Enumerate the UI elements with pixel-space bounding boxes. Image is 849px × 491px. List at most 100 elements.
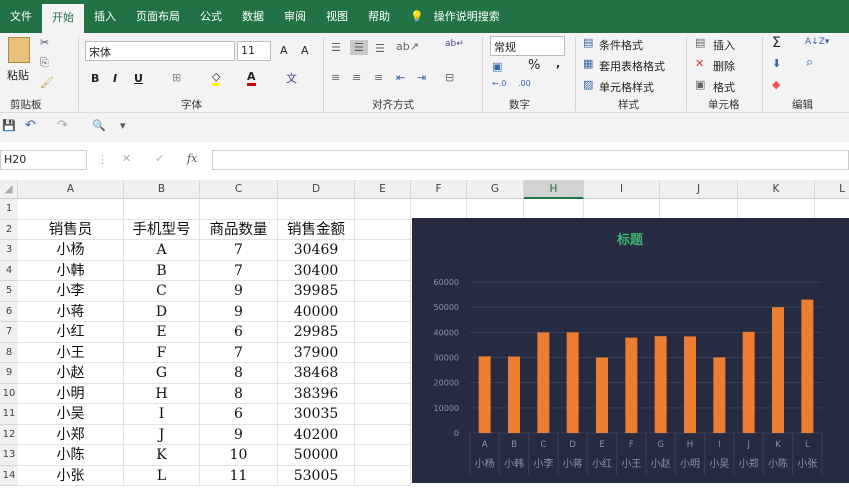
row-header-2[interactable]: 2 xyxy=(0,219,18,240)
cell[interactable]: 10 xyxy=(200,445,278,466)
shrink-font-button[interactable]: A xyxy=(301,44,309,57)
cell[interactable]: 40000 xyxy=(278,301,355,322)
cell[interactable]: 小吴 xyxy=(18,404,124,425)
cell[interactable]: A xyxy=(124,240,200,261)
align-left-icon[interactable]: ≡ xyxy=(331,71,340,84)
cell[interactable] xyxy=(200,199,278,220)
column-header-E[interactable]: E xyxy=(355,180,411,199)
tab-help[interactable]: 帮助 xyxy=(358,0,400,33)
tab-view[interactable]: 视图 xyxy=(316,0,358,33)
column-header-K[interactable]: K xyxy=(738,180,815,199)
decrease-decimal-icon[interactable]: .00 xyxy=(518,79,531,88)
phonetic-icon[interactable]: 文 xyxy=(286,70,297,86)
header-cell[interactable]: 手机型号 xyxy=(124,219,200,240)
customize-qat-icon[interactable]: ▾ xyxy=(120,119,126,132)
tab-review[interactable]: 审阅 xyxy=(274,0,316,33)
align-top-icon[interactable]: ☰ xyxy=(331,41,341,54)
tab-file[interactable]: 文件 xyxy=(0,0,42,33)
cell[interactable]: B xyxy=(124,260,200,281)
column-header-B[interactable]: B xyxy=(124,180,200,199)
insert-function-button[interactable]: fx xyxy=(187,152,197,165)
cell[interactable]: 30035 xyxy=(278,404,355,425)
cell[interactable] xyxy=(660,199,738,220)
cell[interactable]: 小明 xyxy=(18,383,124,404)
orientation-icon[interactable]: ab↗ xyxy=(396,40,419,53)
row-header-1[interactable]: 1 xyxy=(0,199,18,220)
cell[interactable]: 50000 xyxy=(278,445,355,466)
border-icon[interactable]: ⊞ xyxy=(172,71,181,84)
cell[interactable]: I xyxy=(124,404,200,425)
cell[interactable]: 11 xyxy=(200,465,278,486)
row-header-8[interactable]: 8 xyxy=(0,342,18,363)
cancel-icon[interactable]: ✕ xyxy=(122,152,131,165)
cell[interactable] xyxy=(355,199,411,220)
cell[interactable]: 40200 xyxy=(278,424,355,445)
italic-button[interactable]: I xyxy=(113,72,117,85)
row-header-7[interactable]: 7 xyxy=(0,322,18,343)
cell[interactable]: 小赵 xyxy=(18,363,124,384)
autosum-button[interactable]: Σ xyxy=(772,35,781,51)
column-header-A[interactable]: A xyxy=(18,180,124,199)
accounting-format-icon[interactable]: ▣ xyxy=(492,60,502,73)
header-cell[interactable]: 商品数量 xyxy=(200,219,278,240)
cell[interactable] xyxy=(18,199,124,220)
cell[interactable] xyxy=(738,199,815,220)
cell[interactable]: L xyxy=(124,465,200,486)
merge-center-icon[interactable]: ⊟ xyxy=(445,71,454,84)
cell[interactable] xyxy=(355,301,411,322)
cell[interactable]: 9 xyxy=(200,424,278,445)
enter-icon[interactable]: ✓ xyxy=(155,152,164,165)
cell[interactable]: 小红 xyxy=(18,322,124,343)
formula-input[interactable] xyxy=(212,150,849,170)
align-center-icon[interactable]: ≡ xyxy=(352,71,361,84)
cell[interactable]: K xyxy=(124,445,200,466)
redo-icon[interactable]: ↷ xyxy=(57,118,68,133)
column-header-F[interactable]: F xyxy=(411,180,467,199)
cell[interactable]: C xyxy=(124,281,200,302)
row-header-6[interactable]: 6 xyxy=(0,301,18,322)
name-box[interactable]: H20 xyxy=(0,150,87,170)
fill-icon[interactable]: ⬇ xyxy=(772,57,781,70)
underline-button[interactable]: U xyxy=(134,72,143,85)
tab-data[interactable]: 数据 xyxy=(232,0,274,33)
cell[interactable] xyxy=(355,445,411,466)
find-select-icon[interactable]: ⌕ xyxy=(806,55,813,70)
cell[interactable] xyxy=(355,281,411,302)
cell[interactable] xyxy=(815,199,849,220)
column-header-L[interactable]: L xyxy=(815,180,849,199)
paste-button[interactable]: 粘贴 xyxy=(7,67,29,83)
cell[interactable] xyxy=(355,383,411,404)
column-header-H[interactable]: H xyxy=(524,180,584,199)
increase-decimal-icon[interactable]: ←.0 xyxy=(492,79,506,88)
tab-page-layout[interactable]: 页面布局 xyxy=(126,0,190,33)
align-bottom-icon[interactable]: ☰ xyxy=(375,42,385,55)
wrap-text-icon[interactable]: ab↵ xyxy=(445,39,464,49)
column-header-I[interactable]: I xyxy=(584,180,660,199)
cell[interactable] xyxy=(355,404,411,425)
cell[interactable]: 7 xyxy=(200,342,278,363)
column-header-J[interactable]: J xyxy=(660,180,738,199)
grow-font-button[interactable]: A xyxy=(280,44,288,57)
cell[interactable]: 小张 xyxy=(18,465,124,486)
cell[interactable]: 小韩 xyxy=(18,260,124,281)
cell[interactable] xyxy=(124,199,200,220)
cell[interactable] xyxy=(411,199,467,220)
align-right-icon[interactable]: ≡ xyxy=(374,71,383,84)
cell[interactable]: 37900 xyxy=(278,342,355,363)
cell[interactable]: 小郑 xyxy=(18,424,124,445)
cell[interactable]: 小陈 xyxy=(18,445,124,466)
row-header-3[interactable]: 3 xyxy=(0,240,18,261)
conditional-format-button[interactable]: 条件格式 xyxy=(599,37,643,53)
format-as-table-button[interactable]: 套用表格格式 xyxy=(599,58,665,74)
align-middle-icon[interactable]: ☰ xyxy=(350,40,368,55)
row-header-12[interactable]: 12 xyxy=(0,424,18,445)
cell[interactable]: 30400 xyxy=(278,260,355,281)
cell[interactable]: 29985 xyxy=(278,322,355,343)
row-header-11[interactable]: 11 xyxy=(0,404,18,425)
cell[interactable] xyxy=(355,363,411,384)
cell[interactable]: 53005 xyxy=(278,465,355,486)
column-header-D[interactable]: D xyxy=(278,180,355,199)
cell[interactable]: E xyxy=(124,322,200,343)
row-header-5[interactable]: 5 xyxy=(0,281,18,302)
font-color-button[interactable]: A xyxy=(247,70,256,86)
